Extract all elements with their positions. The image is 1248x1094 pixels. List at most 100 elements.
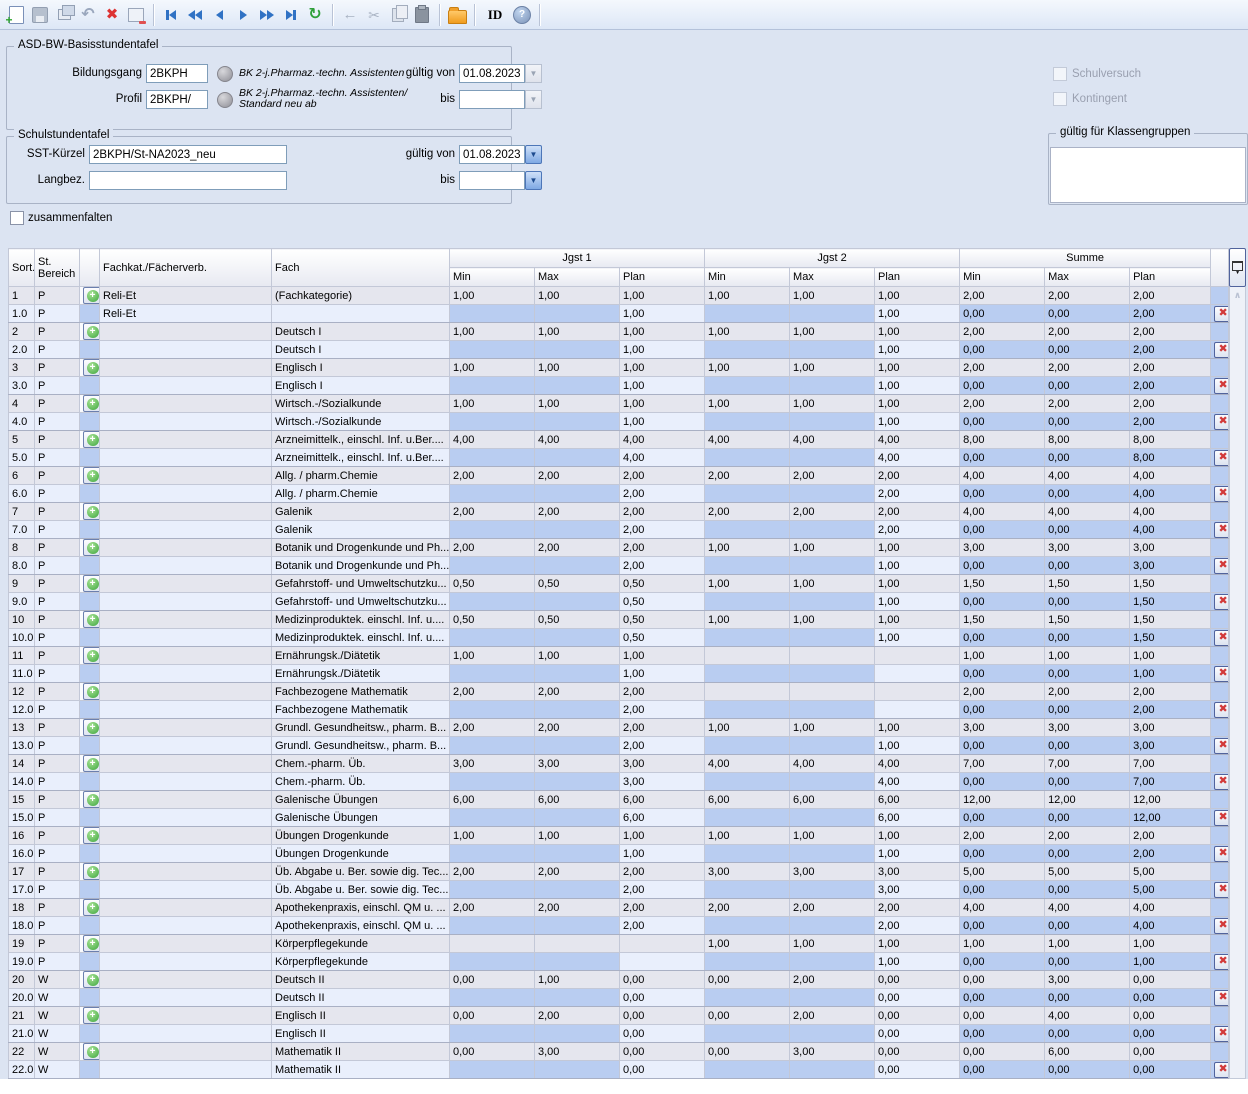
cell-j1-min[interactable]: 0,00 <box>450 1007 535 1025</box>
cell-j1-plan[interactable]: 2,00 <box>620 503 705 521</box>
cell-j2-min[interactable]: 0,00 <box>705 1007 790 1025</box>
cell-sum-max[interactable]: 2,00 <box>1045 359 1130 377</box>
cell-sum-max[interactable]: 2,00 <box>1045 395 1130 413</box>
cell-j2-plan[interactable]: 0,00 <box>875 1025 960 1043</box>
cell-j2-max[interactable]: 1,00 <box>790 827 875 845</box>
cell-sum-plan[interactable]: 2,00 <box>1130 395 1211 413</box>
cell-sum-max[interactable]: 1,00 <box>1045 647 1130 665</box>
cell-sum-min[interactable]: 1,50 <box>960 611 1045 629</box>
cell-j1-min[interactable]: 1,00 <box>450 395 535 413</box>
cell-sum-max[interactable]: 3,00 <box>1045 971 1130 989</box>
add-subject-button[interactable]: + <box>83 359 100 376</box>
cell-j1-plan[interactable]: 1,00 <box>620 323 705 341</box>
cell-j1-min[interactable]: 0,00 <box>450 1043 535 1061</box>
cell-j1-min[interactable]: 0,00 <box>450 971 535 989</box>
add-subject-button[interactable]: + <box>83 395 100 412</box>
cell-j2-plan[interactable]: 1,00 <box>875 341 960 359</box>
cell-j1-plan[interactable]: 2,00 <box>620 467 705 485</box>
nav-last-button[interactable] <box>279 3 303 27</box>
cell-sum-plan[interactable]: 4,00 <box>1130 467 1211 485</box>
cell-j2-max[interactable]: 1,00 <box>790 611 875 629</box>
delete-row-button[interactable]: ✖ <box>1214 702 1229 718</box>
cell-j1-max[interactable]: 0,50 <box>535 611 620 629</box>
cell-sum-max[interactable]: 2,00 <box>1045 683 1130 701</box>
cell-j2-min[interactable]: 1,00 <box>705 827 790 845</box>
cell-sum-plan[interactable]: 3,00 <box>1130 719 1211 737</box>
delete-row-button[interactable]: ✖ <box>1214 594 1229 610</box>
cell-j1-max[interactable]: 2,00 <box>535 503 620 521</box>
cell-sum-min[interactable]: 0,00 <box>960 971 1045 989</box>
cell-sum-min[interactable]: 1,00 <box>960 647 1045 665</box>
cell-sum-max[interactable]: 6,00 <box>1045 1043 1130 1061</box>
cell-j2-plan[interactable]: 0,00 <box>875 971 960 989</box>
cell-j2-max[interactable]: 2,00 <box>790 1007 875 1025</box>
cell-j1-plan[interactable]: 2,00 <box>620 881 705 899</box>
nav-back-button[interactable] <box>207 3 231 27</box>
cell-j1-max[interactable]: 2,00 <box>535 863 620 881</box>
cell-sum-max[interactable]: 1,50 <box>1045 611 1130 629</box>
cell-j2-plan[interactable]: 3,00 <box>875 863 960 881</box>
add-subject-button[interactable]: + <box>83 863 100 880</box>
schul-bis-field[interactable] <box>459 171 525 190</box>
cell-j2-min[interactable] <box>705 683 790 701</box>
refresh-button[interactable]: ↻ <box>303 3 327 27</box>
cell-sum-max[interactable]: 4,00 <box>1045 1007 1130 1025</box>
cell-j1-max[interactable]: 4,00 <box>535 431 620 449</box>
cell-j2-plan[interactable]: 2,00 <box>875 467 960 485</box>
cell-sum-plan[interactable]: 2,00 <box>1130 323 1211 341</box>
cell-sum-plan[interactable]: 4,00 <box>1130 503 1211 521</box>
profil-field[interactable] <box>146 90 208 109</box>
cell-j1-plan[interactable]: 2,00 <box>620 917 705 935</box>
open-folder-button[interactable] <box>445 3 469 27</box>
id-search-button[interactable]: ID <box>480 3 510 27</box>
cell-j1-plan[interactable] <box>620 935 705 953</box>
delete-row-button[interactable]: ✖ <box>1214 918 1229 934</box>
cell-j1-max[interactable]: 6,00 <box>535 791 620 809</box>
cell-sum-plan[interactable]: 2,00 <box>1130 827 1211 845</box>
add-subject-button[interactable]: + <box>83 539 100 556</box>
column-header-max-2[interactable]: Max <box>790 268 875 287</box>
cell-j2-max[interactable]: 1,00 <box>790 287 875 305</box>
nav-forward-button[interactable] <box>231 3 255 27</box>
cell-sum-max[interactable]: 1,50 <box>1045 575 1130 593</box>
cell-j1-max[interactable]: 1,00 <box>535 971 620 989</box>
cell-j1-max[interactable]: 1,00 <box>535 287 620 305</box>
delete-row-button[interactable]: ✖ <box>1214 630 1229 646</box>
cell-j2-plan[interactable]: 4,00 <box>875 755 960 773</box>
cell-sum-min[interactable]: 4,00 <box>960 503 1045 521</box>
cell-j2-min[interactable]: 2,00 <box>705 503 790 521</box>
cell-j2-plan[interactable]: 1,00 <box>875 557 960 575</box>
nav-fast-back-button[interactable] <box>183 3 207 27</box>
cell-j1-max[interactable]: 3,00 <box>535 1043 620 1061</box>
cell-j2-plan[interactable]: 2,00 <box>875 485 960 503</box>
column-header-fach[interactable]: Fach <box>272 249 450 287</box>
cell-sum-max[interactable]: 2,00 <box>1045 287 1130 305</box>
cell-sum-plan[interactable]: 0,00 <box>1130 1043 1211 1061</box>
cell-j1-plan[interactable]: 1,00 <box>620 395 705 413</box>
add-subject-button[interactable]: + <box>83 575 100 592</box>
cell-sum-plan[interactable]: 5,00 <box>1130 863 1211 881</box>
cell-j2-plan[interactable]: 0,00 <box>875 1043 960 1061</box>
cell-j2-plan[interactable]: 6,00 <box>875 809 960 827</box>
cell-j1-plan[interactable]: 0,50 <box>620 611 705 629</box>
cell-j2-plan[interactable]: 1,00 <box>875 629 960 647</box>
cell-j1-plan[interactable]: 1,00 <box>620 359 705 377</box>
cell-j1-plan[interactable] <box>620 953 705 971</box>
add-subject-button[interactable]: + <box>83 827 100 844</box>
cell-j1-plan[interactable]: 4,00 <box>620 431 705 449</box>
cell-j2-min[interactable]: 1,00 <box>705 359 790 377</box>
cell-j2-min[interactable]: 4,00 <box>705 755 790 773</box>
cell-sum-plan[interactable]: 1,00 <box>1130 647 1211 665</box>
cell-j1-min[interactable]: 0,50 <box>450 575 535 593</box>
cell-j1-max[interactable]: 1,00 <box>535 827 620 845</box>
cell-j1-plan[interactable]: 2,00 <box>620 539 705 557</box>
delete-row-button[interactable]: ✖ <box>1214 846 1229 862</box>
schul-bis-dropdown[interactable]: ▼ <box>525 171 542 190</box>
cell-j2-min[interactable]: 1,00 <box>705 287 790 305</box>
cell-j2-max[interactable]: 2,00 <box>790 503 875 521</box>
add-subject-button[interactable]: + <box>83 323 100 340</box>
add-subject-button[interactable]: + <box>83 899 100 916</box>
add-subject-button[interactable]: + <box>83 647 100 664</box>
cell-j1-max[interactable]: 2,00 <box>535 467 620 485</box>
new-record-button[interactable]: + <box>4 3 28 27</box>
